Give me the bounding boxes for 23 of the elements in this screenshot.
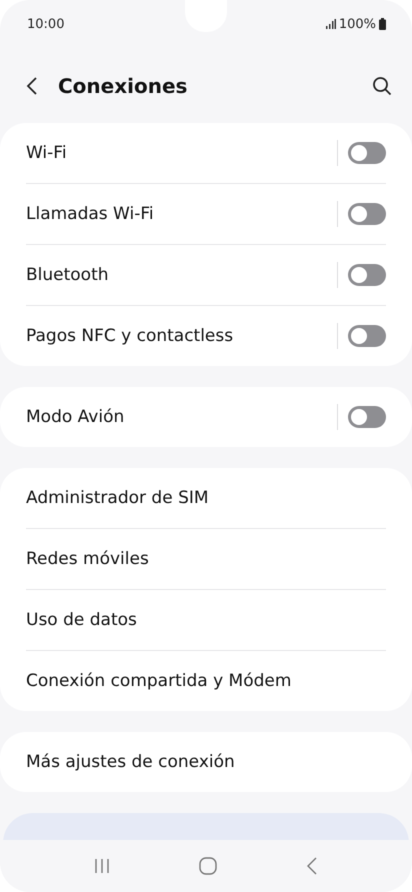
setting-label[interactable]: Redes móviles: [26, 549, 386, 569]
battery-percent: 100%: [338, 16, 376, 32]
setting-label[interactable]: Llamadas Wi-Fi: [26, 204, 337, 224]
toggle-switch[interactable]: [348, 264, 386, 286]
toggle-switch[interactable]: [348, 142, 386, 164]
setting-label[interactable]: Wi-Fi: [26, 143, 337, 163]
setting-label[interactable]: Conexión compartida y Módem: [26, 671, 386, 691]
toggle-switch[interactable]: [348, 203, 386, 225]
toggle-switch[interactable]: [348, 406, 386, 428]
page-title: Conexiones: [58, 74, 188, 98]
signal-icon: [326, 19, 336, 29]
setting-label[interactable]: Uso de datos: [26, 610, 386, 630]
setting-label[interactable]: Modo Avión: [26, 407, 337, 427]
status-time: 10:00: [27, 16, 64, 32]
toggle-switch[interactable]: [348, 325, 386, 347]
home-icon[interactable]: [198, 857, 217, 875]
setting-label[interactable]: Pagos NFC y contactless: [26, 326, 337, 346]
setting-label[interactable]: Administrador de SIM: [26, 488, 386, 508]
recent-apps-icon[interactable]: [94, 858, 110, 874]
back-icon[interactable]: [306, 857, 318, 875]
battery-icon: [379, 18, 386, 30]
setting-label[interactable]: Bluetooth: [26, 265, 337, 285]
setting-label[interactable]: Más ajustes de conexión: [26, 752, 386, 772]
